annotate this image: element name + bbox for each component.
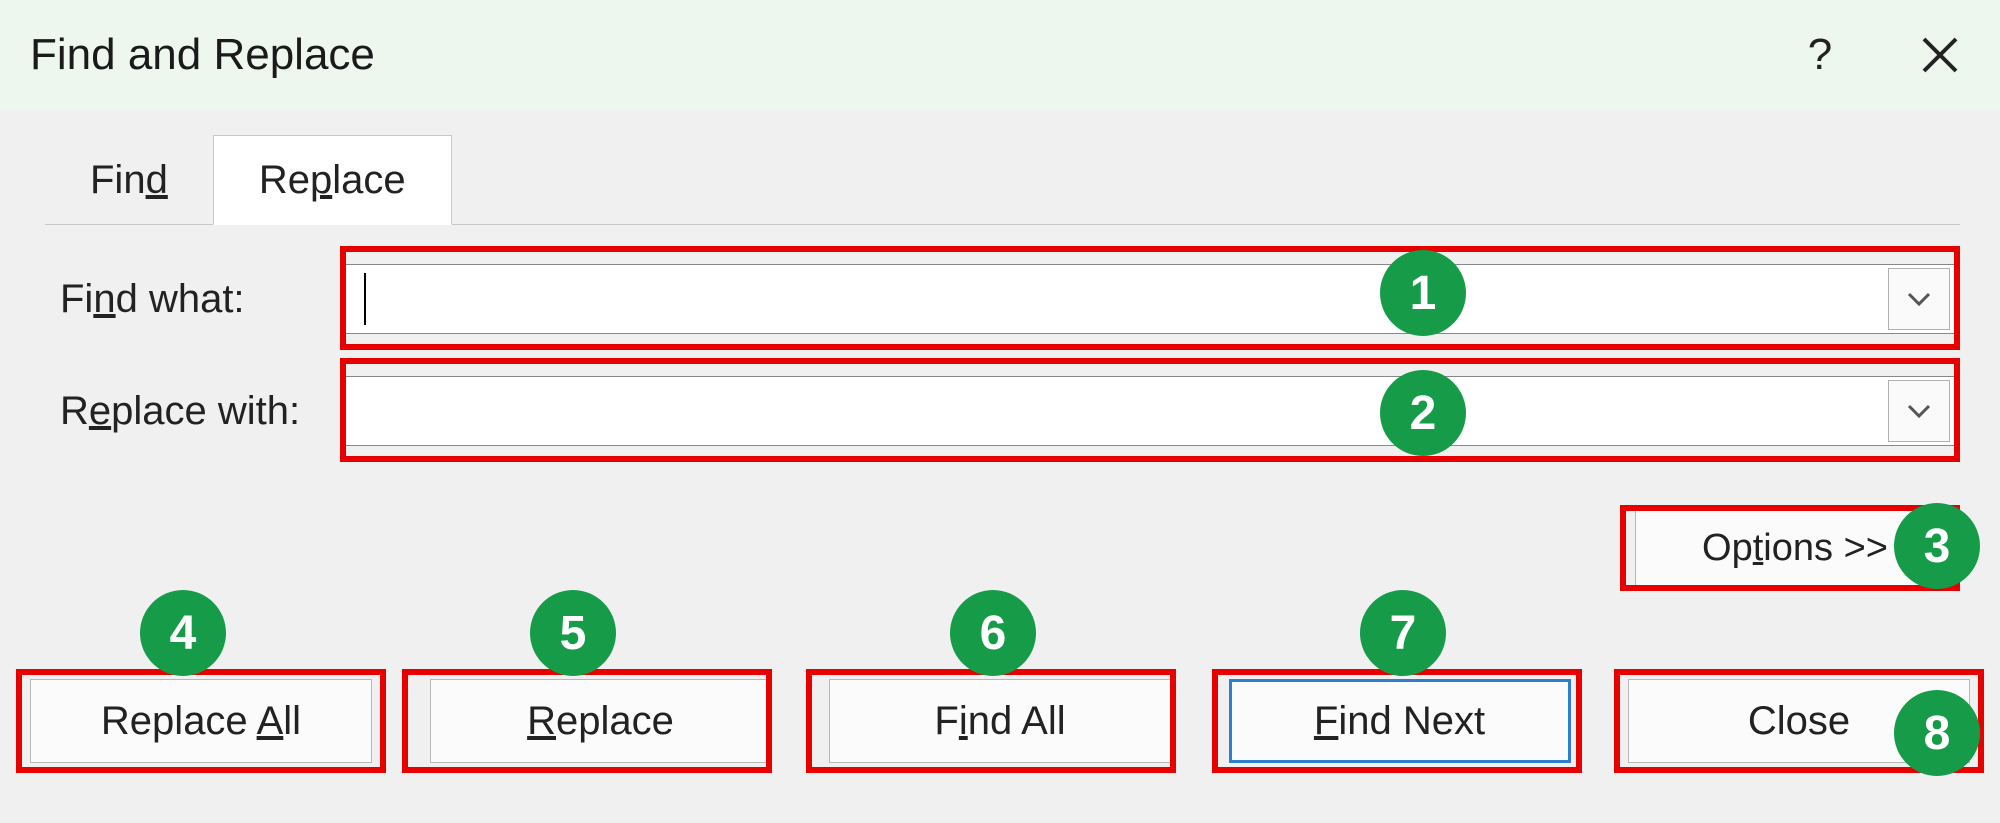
replace-button[interactable]: Replace [430, 679, 772, 763]
find-all-button[interactable]: Find All [829, 679, 1171, 763]
tab-find[interactable]: Find [45, 135, 213, 225]
dialog-body: Find Replace Find what: [0, 110, 2000, 823]
replace-with-dropdown-button[interactable] [1888, 380, 1950, 442]
find-what-combobox[interactable] [345, 264, 1955, 334]
options-button[interactable]: Options >> [1635, 510, 1955, 586]
annotation-badge-7: 7 [1360, 590, 1446, 676]
replace-with-row: Replace with: [60, 372, 1955, 450]
find-what-row: Find what: [60, 260, 1955, 338]
find-next-button[interactable]: Find Next [1229, 679, 1571, 763]
text-caret [364, 273, 366, 325]
replace-all-button[interactable]: Replace All [30, 679, 372, 763]
window-close-button[interactable] [1880, 0, 2000, 110]
tab-replace[interactable]: Replace [213, 135, 452, 225]
help-button[interactable]: ? [1760, 0, 1880, 110]
find-replace-dialog: Find and Replace ? Find Replace Find wha… [0, 0, 2000, 823]
tab-strip: Find Replace [45, 135, 452, 225]
replace-with-combobox[interactable] [345, 376, 1955, 446]
dialog-button-row: Replace All Replace Find All Find Next C… [30, 679, 1970, 763]
annotation-badge-5: 5 [530, 590, 616, 676]
annotation-badge-4: 4 [140, 590, 226, 676]
find-what-input[interactable] [346, 265, 1888, 333]
chevron-down-icon [1907, 403, 1931, 419]
find-what-dropdown-button[interactable] [1888, 268, 1950, 330]
replace-with-label: Replace with: [60, 389, 345, 434]
close-button[interactable]: Close [1628, 679, 1970, 763]
find-what-label: Find what: [60, 277, 345, 322]
close-icon [1920, 35, 1960, 75]
dialog-title: Find and Replace [30, 30, 1760, 80]
chevron-down-icon [1907, 291, 1931, 307]
annotation-badge-6: 6 [950, 590, 1036, 676]
replace-with-input[interactable] [346, 377, 1888, 445]
titlebar: Find and Replace ? [0, 0, 2000, 110]
